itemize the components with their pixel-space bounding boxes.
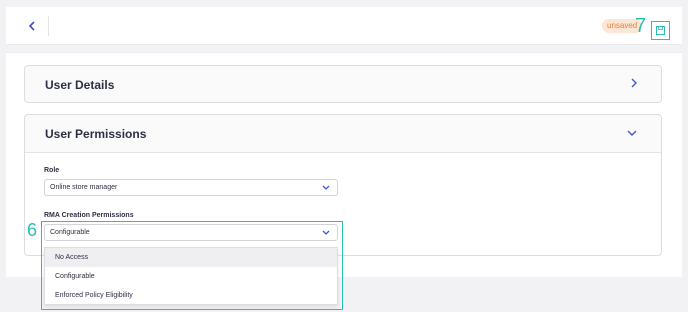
option-no-access[interactable]: No Access [45,248,337,267]
rma-label: RMA Creation Permissions [44,212,134,219]
top-bar: unsaved 7 [6,7,682,45]
rma-dropdown-menu: No Access Configurable Enforced Policy E… [44,247,338,305]
back-button[interactable] [24,17,40,35]
chevron-down-icon [322,180,330,195]
role-select[interactable]: Online store manager [44,179,338,196]
callout-6: 6 [27,220,38,240]
option-configurable[interactable]: Configurable [45,267,337,286]
chevron-left-icon [28,21,35,31]
chevron-down-icon [627,127,637,139]
save-button[interactable] [651,21,670,40]
user-details-header[interactable]: User Details [25,66,661,104]
user-permissions-header[interactable]: User Permissions [25,115,661,153]
user-permissions-title: User Permissions [45,127,147,141]
divider [48,16,49,36]
rma-value: Configurable [50,229,90,236]
chevron-down-icon [322,225,330,240]
rma-select[interactable]: Configurable [44,224,338,241]
role-label: Role [44,167,60,174]
user-details-title: User Details [45,78,115,92]
user-details-section[interactable]: User Details [24,65,662,103]
save-icon [656,26,665,35]
callout-7: 7 [635,15,647,37]
option-enforced-policy-eligibility[interactable]: Enforced Policy Eligibility [45,286,337,305]
role-value: Online store manager [50,184,118,191]
chevron-right-icon [631,78,637,91]
